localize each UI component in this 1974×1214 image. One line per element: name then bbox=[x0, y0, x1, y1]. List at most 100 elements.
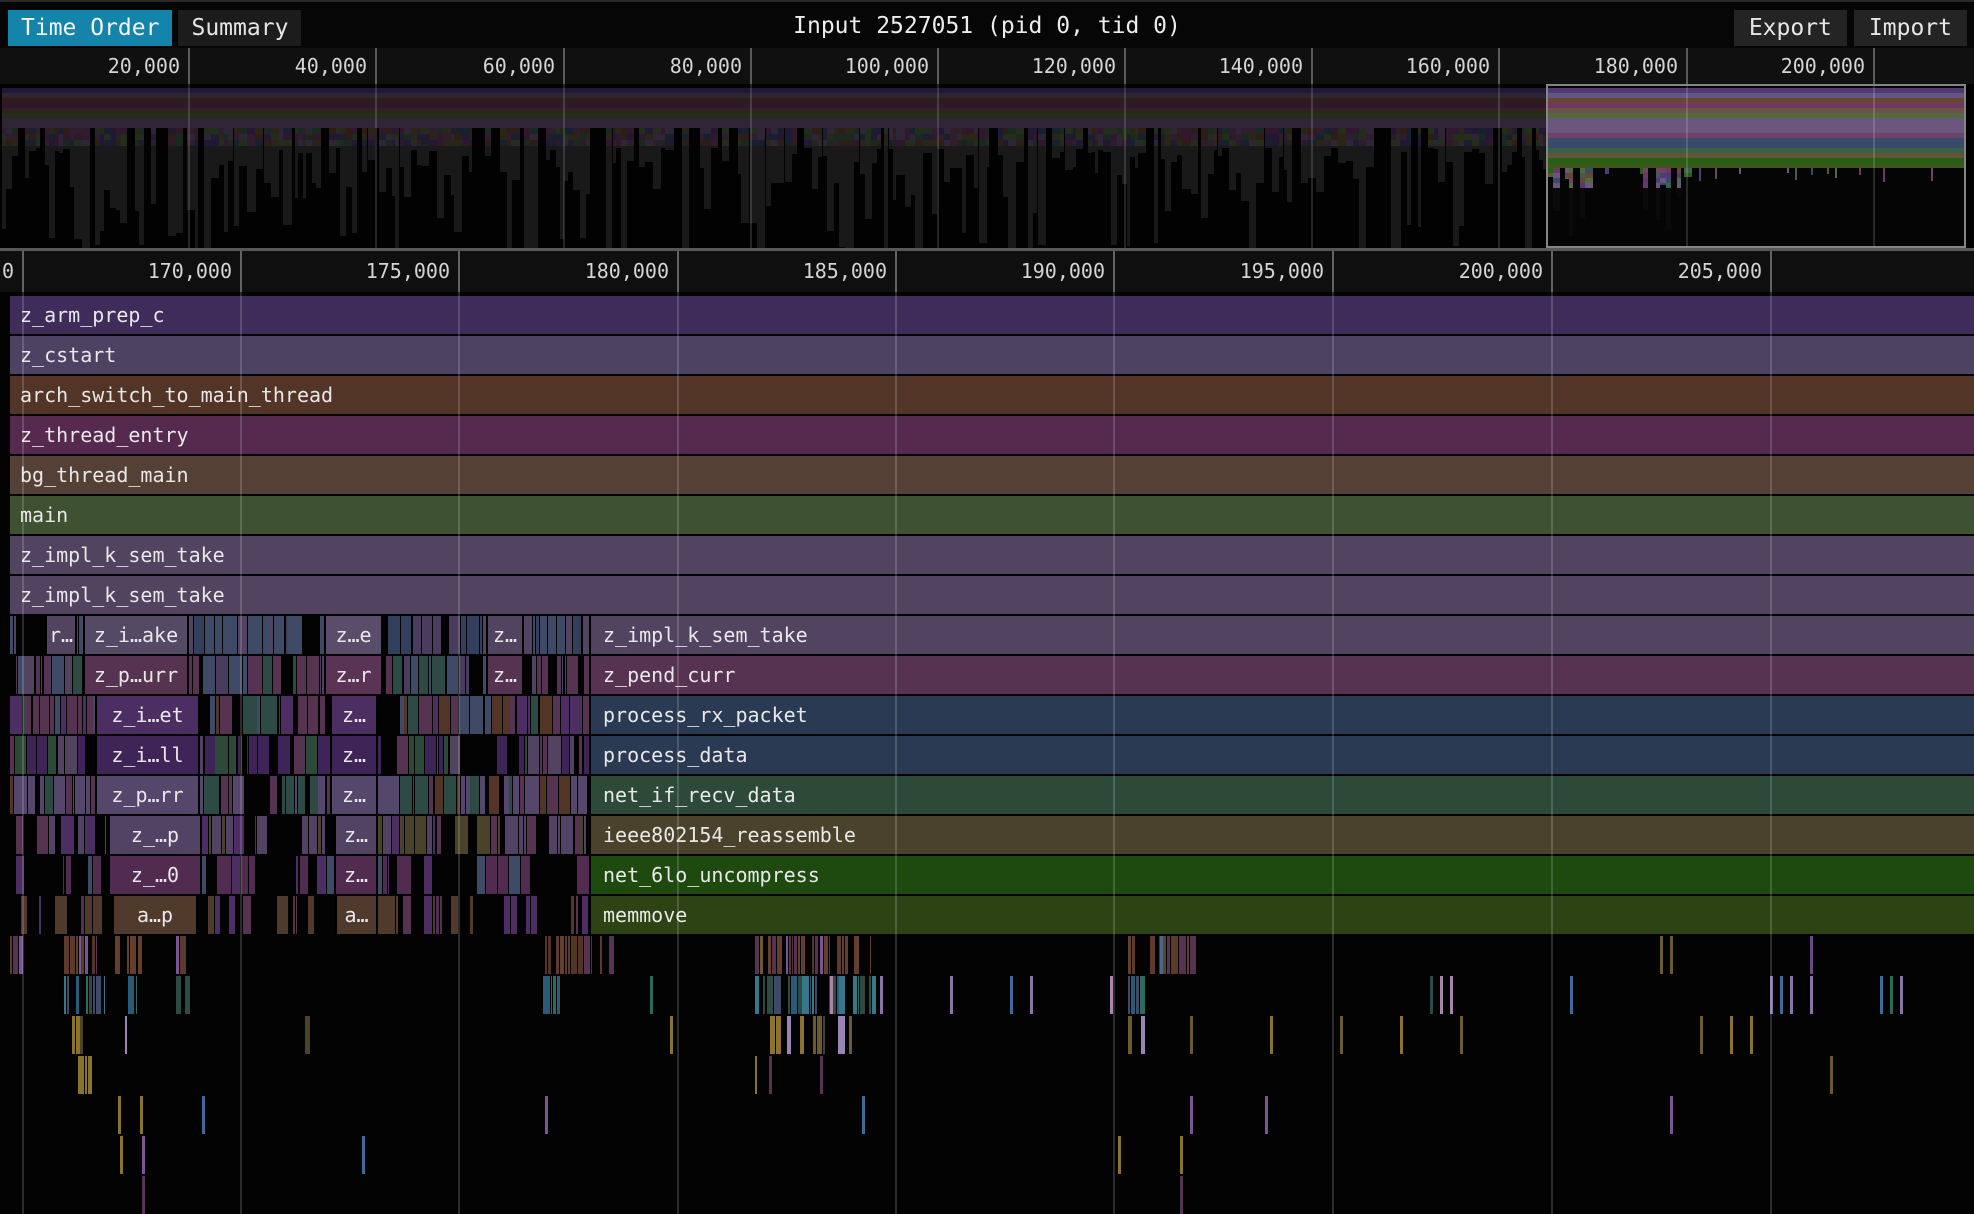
frame-sliver[interactable] bbox=[450, 736, 457, 774]
frame-sliver[interactable] bbox=[1150, 936, 1155, 974]
frame-sliver[interactable] bbox=[755, 936, 759, 974]
frame-sliver[interactable] bbox=[582, 896, 588, 934]
frame-sliver[interactable] bbox=[1900, 976, 1903, 1014]
frame-sliver[interactable] bbox=[772, 936, 776, 974]
frame-sliver[interactable] bbox=[1830, 1056, 1833, 1094]
frame-sliver[interactable] bbox=[543, 976, 550, 1014]
frame-sliver[interactable] bbox=[1184, 936, 1186, 974]
frame-sliver[interactable] bbox=[89, 976, 92, 1014]
frame-sliver[interactable] bbox=[800, 1016, 804, 1054]
frame-sliver[interactable] bbox=[558, 816, 560, 854]
frame-sliver[interactable] bbox=[447, 656, 458, 694]
frame-sliver[interactable] bbox=[266, 696, 277, 734]
frame-sliver[interactable] bbox=[15, 736, 26, 774]
frame-sliver[interactable] bbox=[189, 616, 193, 654]
frame-sliver[interactable] bbox=[470, 896, 473, 934]
frame-sliver[interactable] bbox=[10, 776, 13, 814]
frame-sliver[interactable] bbox=[279, 696, 280, 734]
frame-sliver[interactable] bbox=[208, 896, 214, 934]
frame-sliver[interactable] bbox=[470, 696, 483, 734]
frame-sliver[interactable] bbox=[820, 1056, 823, 1094]
frame-sliver[interactable] bbox=[405, 816, 414, 854]
frame-sliver[interactable] bbox=[85, 936, 88, 974]
frame-bar[interactable]: net_6lo_uncompress bbox=[589, 856, 1974, 894]
frame-sliver[interactable] bbox=[562, 736, 569, 774]
frame-sliver[interactable] bbox=[527, 816, 536, 854]
frame-sliver[interactable] bbox=[444, 776, 456, 814]
frame-sliver[interactable] bbox=[559, 776, 570, 814]
frame-sliver[interactable] bbox=[571, 936, 577, 974]
frame-sliver[interactable] bbox=[220, 696, 232, 734]
frame-sliver[interactable] bbox=[870, 936, 871, 974]
frame-sliver[interactable] bbox=[257, 816, 267, 854]
frame-sliver[interactable] bbox=[140, 1096, 143, 1134]
frame-fragment[interactable]: z_…p bbox=[108, 816, 202, 854]
frame-sliver[interactable] bbox=[216, 656, 228, 694]
frame-sliver[interactable] bbox=[85, 816, 95, 854]
frame-sliver[interactable] bbox=[415, 776, 428, 814]
frame-sliver[interactable] bbox=[78, 696, 82, 734]
frame-sliver[interactable] bbox=[548, 616, 556, 654]
frame-sliver[interactable] bbox=[386, 656, 392, 694]
frame-sliver[interactable] bbox=[1131, 976, 1135, 1014]
frame-sliver[interactable] bbox=[234, 816, 244, 854]
frame-sliver[interactable] bbox=[401, 616, 411, 654]
frame-bar[interactable]: arch_switch_to_main_thread bbox=[10, 376, 1974, 414]
frame-sliver[interactable] bbox=[1810, 976, 1813, 1014]
frame-sliver[interactable] bbox=[88, 1056, 92, 1094]
frame-sliver[interactable] bbox=[1780, 976, 1783, 1014]
frame-sliver[interactable] bbox=[837, 936, 841, 974]
frame-sliver[interactable] bbox=[64, 976, 66, 1014]
frame-sliver[interactable] bbox=[461, 776, 465, 814]
frame-sliver[interactable] bbox=[548, 736, 559, 774]
frame-sliver[interactable] bbox=[1190, 1096, 1193, 1134]
frame-sliver[interactable] bbox=[872, 976, 876, 1014]
frame-sliver[interactable] bbox=[81, 896, 84, 934]
frame-sliver[interactable] bbox=[1118, 1136, 1121, 1174]
frame-sliver[interactable] bbox=[540, 776, 546, 814]
frame-sliver[interactable] bbox=[10, 696, 22, 734]
frame-sliver[interactable] bbox=[269, 616, 273, 654]
frame-sliver[interactable] bbox=[306, 736, 317, 774]
frame-sliver[interactable] bbox=[193, 656, 199, 694]
frame-sliver[interactable] bbox=[528, 736, 539, 774]
frame-sliver[interactable] bbox=[14, 616, 16, 654]
frame-sliver[interactable] bbox=[557, 656, 561, 694]
frame-sliver[interactable] bbox=[485, 696, 491, 734]
frame-sliver[interactable] bbox=[229, 776, 232, 814]
frame-sliver[interactable] bbox=[1128, 976, 1130, 1014]
frame-sliver[interactable] bbox=[257, 696, 260, 734]
frame-sliver[interactable] bbox=[85, 1056, 87, 1094]
frame-sliver[interactable] bbox=[320, 696, 325, 734]
frame-sliver[interactable] bbox=[433, 696, 438, 734]
frame-sliver[interactable] bbox=[1167, 936, 1170, 974]
frame-sliver[interactable] bbox=[86, 976, 88, 1014]
frame-sliver[interactable] bbox=[1890, 976, 1893, 1014]
frame-sliver[interactable] bbox=[67, 976, 69, 1014]
frame-sliver[interactable] bbox=[578, 936, 583, 974]
frame-sliver[interactable] bbox=[362, 1136, 365, 1174]
frame-sliver[interactable] bbox=[787, 1016, 791, 1054]
frame-sliver[interactable] bbox=[120, 1136, 123, 1174]
frame-sliver[interactable] bbox=[50, 696, 54, 734]
frame-sliver[interactable] bbox=[1880, 976, 1883, 1014]
frame-sliver[interactable] bbox=[540, 736, 542, 774]
frame-sliver[interactable] bbox=[73, 656, 82, 694]
frame-fragment[interactable]: z… bbox=[330, 736, 378, 774]
frame-fragment[interactable]: a… bbox=[335, 896, 378, 934]
frame-sliver[interactable] bbox=[497, 736, 507, 774]
frame-sliver[interactable] bbox=[609, 936, 614, 974]
frame-sliver[interactable] bbox=[61, 696, 66, 734]
frame-sliver[interactable] bbox=[238, 616, 247, 654]
frame-sliver[interactable] bbox=[571, 776, 577, 814]
frame-sliver[interactable] bbox=[509, 856, 520, 894]
frame-sliver[interactable] bbox=[92, 936, 95, 974]
frame-sliver[interactable] bbox=[80, 1016, 83, 1054]
frame-sliver[interactable] bbox=[498, 816, 500, 854]
frame-sliver[interactable] bbox=[64, 936, 69, 974]
frame-sliver[interactable] bbox=[205, 616, 214, 654]
frame-sliver[interactable] bbox=[560, 936, 564, 974]
frame-fragment[interactable]: z_i…ll bbox=[95, 736, 200, 774]
frame-sliver[interactable] bbox=[650, 976, 653, 1014]
frame-sliver[interactable] bbox=[466, 656, 469, 694]
